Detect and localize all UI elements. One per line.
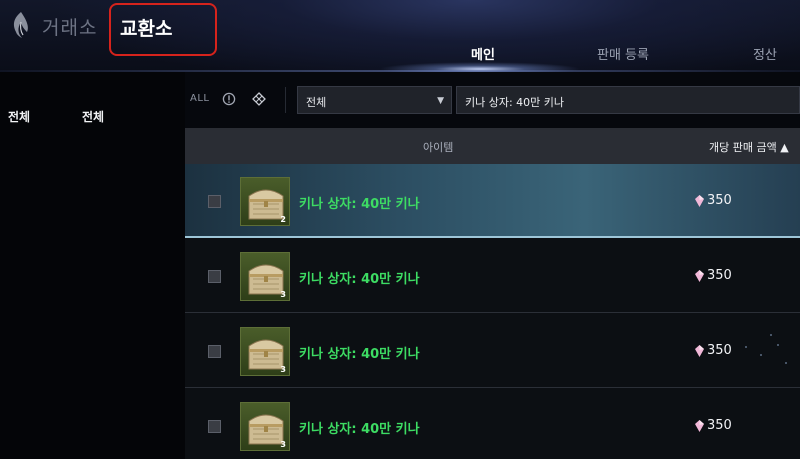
search-input[interactable]: 키나 상자: 40만 키나 bbox=[456, 86, 800, 114]
category-select[interactable]: 전체 ▼ bbox=[297, 86, 452, 114]
table-row[interactable]: 3 키나 상자: 40만 키나 350 bbox=[185, 239, 800, 313]
item-name[interactable]: 키나 상자: 40만 키나 bbox=[299, 418, 420, 437]
item-name[interactable]: 키나 상자: 40만 키나 bbox=[299, 268, 420, 287]
item-list: 2 키나 상자: 40만 키나 350 3 키나 상자: 40만 키나 350 bbox=[185, 164, 800, 459]
item-thumbnail: 2 bbox=[240, 177, 290, 226]
chevron-down-icon: ▼ bbox=[437, 96, 444, 106]
sidebar-category-all[interactable]: 전체 bbox=[8, 108, 30, 125]
tab-sell-register[interactable]: 판매 등록 bbox=[597, 44, 649, 63]
item-stack-count: 2 bbox=[280, 215, 286, 224]
info-circle-icon[interactable] bbox=[222, 92, 236, 106]
row-checkbox[interactable] bbox=[208, 345, 221, 358]
main-tabs: 메인 판매 등록 정산 bbox=[0, 44, 800, 64]
top-header: 거래소 교환소 메인 판매 등록 정산 bbox=[0, 0, 800, 72]
unit-price: 350 bbox=[707, 343, 732, 358]
table-header: 아이템 개당 판매 금액 ▲ bbox=[185, 128, 800, 164]
currency-gem-icon bbox=[695, 270, 704, 282]
item-name[interactable]: 키나 상자: 40만 키나 bbox=[299, 193, 420, 212]
category-select-value: 전체 bbox=[306, 96, 327, 109]
table-row[interactable]: 3 키나 상자: 40만 키나 350 bbox=[185, 389, 800, 459]
row-checkbox[interactable] bbox=[208, 420, 221, 433]
unit-price: 350 bbox=[707, 418, 732, 433]
filter-all-button[interactable]: ALL bbox=[190, 93, 209, 104]
item-stack-count: 3 bbox=[280, 440, 286, 449]
row-checkbox[interactable] bbox=[208, 270, 221, 283]
item-thumbnail: 3 bbox=[240, 252, 290, 301]
table-row[interactable]: 3 키나 상자: 40만 키나 350 bbox=[185, 314, 800, 388]
item-thumbnail: 3 bbox=[240, 402, 290, 451]
row-checkbox[interactable] bbox=[208, 195, 221, 208]
currency-gem-icon bbox=[695, 345, 704, 357]
tab-main[interactable]: 메인 bbox=[471, 44, 495, 63]
item-stack-count: 3 bbox=[280, 290, 286, 299]
column-item[interactable]: 아이템 bbox=[423, 139, 453, 155]
diamond-grid-icon[interactable] bbox=[252, 92, 266, 106]
currency-gem-icon bbox=[695, 195, 704, 207]
currency-gem-icon bbox=[695, 420, 704, 432]
column-unit-price[interactable]: 개당 판매 금액 ▲ bbox=[709, 139, 789, 155]
app-title[interactable]: 거래소 bbox=[42, 13, 97, 40]
item-name[interactable]: 키나 상자: 40만 키나 bbox=[299, 343, 420, 362]
table-row[interactable]: 2 키나 상자: 40만 키나 350 bbox=[185, 164, 800, 238]
item-thumbnail: 3 bbox=[240, 327, 290, 376]
item-stack-count: 3 bbox=[280, 365, 286, 374]
logo-icon bbox=[13, 12, 28, 38]
unit-price: 350 bbox=[707, 268, 732, 283]
category-sidebar: 전체 전체 bbox=[0, 72, 185, 459]
sidebar-subcategory-all[interactable]: 전체 bbox=[82, 108, 104, 125]
tab-settlement[interactable]: 정산 bbox=[753, 44, 777, 63]
filter-divider bbox=[285, 87, 286, 113]
unit-price: 350 bbox=[707, 193, 732, 208]
